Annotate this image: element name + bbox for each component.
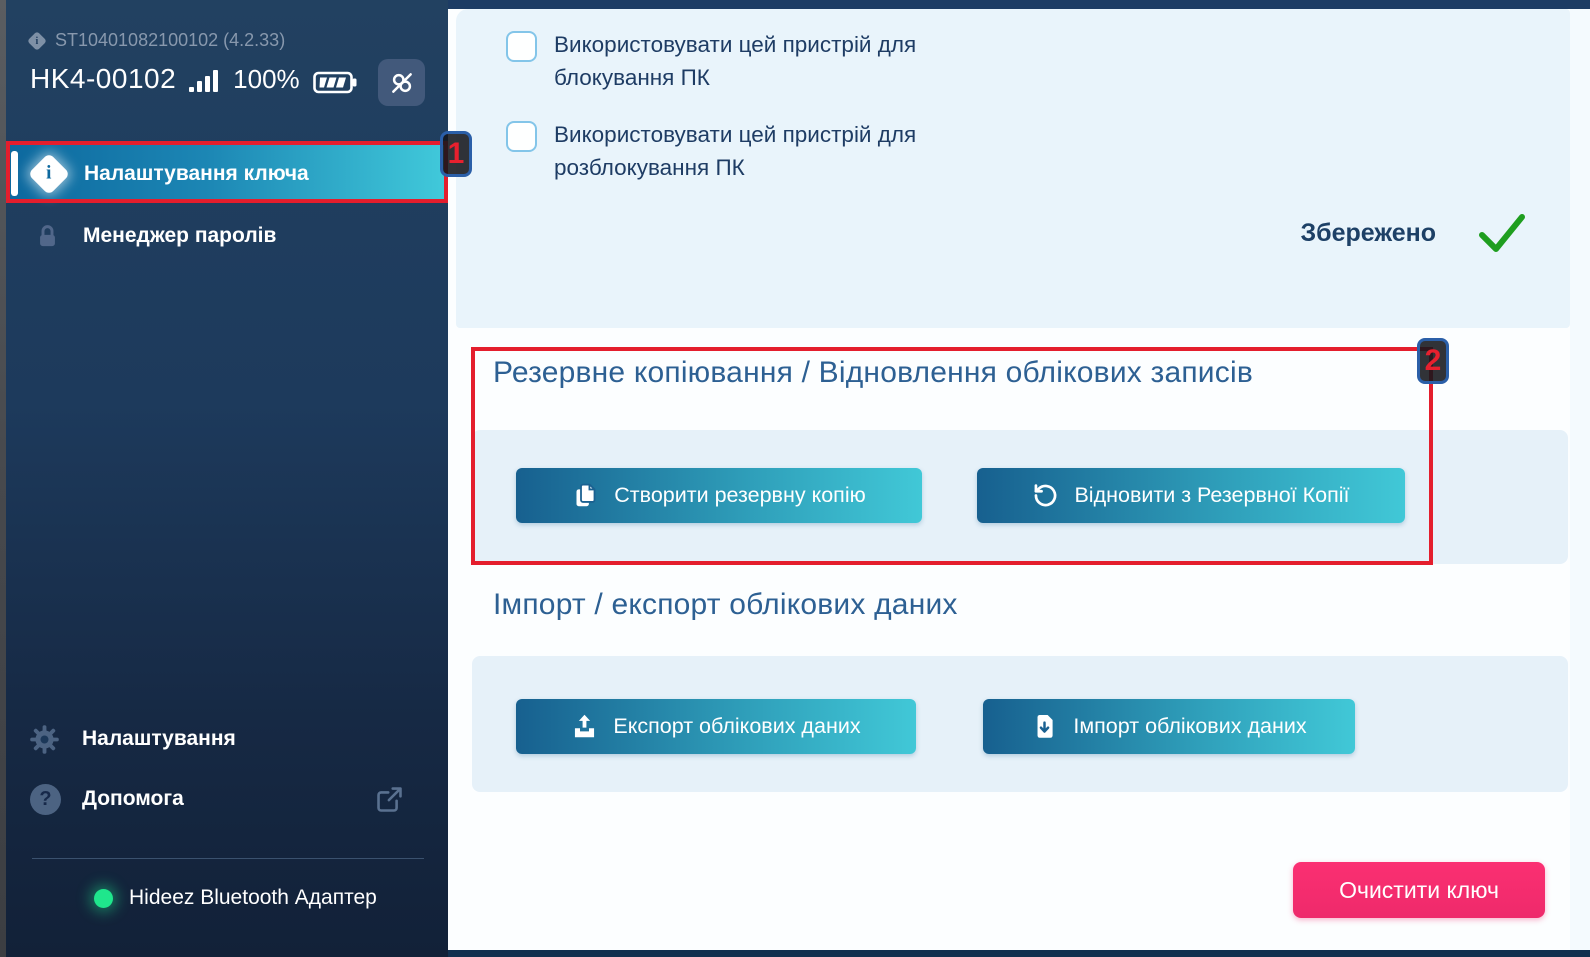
restore-backup-button[interactable]: Відновити з Резервної Копії	[977, 468, 1405, 523]
sidebar-item-label: Налаштування ключа	[84, 162, 309, 186]
export-credentials-label: Експорт облікових даних	[613, 714, 860, 739]
app-window: i ST10401082100102 (4.2.33) HK4-00102 10…	[0, 0, 1590, 957]
status-dot	[94, 889, 113, 908]
disconnect-button[interactable]	[378, 59, 425, 106]
scrollbar-track	[1570, 9, 1590, 950]
external-link-icon[interactable]	[374, 784, 405, 815]
sidebar-item-label: Налаштування	[82, 727, 236, 751]
gear-icon	[28, 723, 61, 756]
device-name: HK4-00102	[30, 63, 176, 95]
window-bottom-edge	[448, 950, 1590, 957]
lock-pc-checkbox[interactable]	[506, 31, 537, 62]
export-icon	[571, 713, 598, 740]
key-diamond-icon: i	[28, 152, 70, 194]
unlink-icon	[389, 70, 415, 96]
battery-icon	[313, 71, 357, 94]
sidebar-item-label: Допомога	[82, 787, 184, 811]
active-indicator	[11, 151, 18, 196]
sidebar-item-password-manager[interactable]: Менеджер паролів	[6, 212, 448, 260]
adapter-status-row: Hideez Bluetooth Адаптер	[94, 886, 377, 910]
import-icon	[1031, 713, 1058, 740]
export-credentials-button[interactable]: Експорт облікових даних	[516, 699, 916, 754]
check-icon	[1476, 211, 1528, 255]
lock-icon	[34, 223, 61, 250]
unlock-pc-checkbox[interactable]	[506, 121, 537, 152]
signal-icon	[189, 70, 220, 95]
copy-icon	[572, 482, 599, 509]
sidebar-divider	[32, 858, 424, 859]
wipe-key-button[interactable]: Очистити ключ	[1293, 862, 1545, 918]
battery-percent: 100%	[233, 64, 300, 95]
window-top-edge	[448, 0, 1590, 9]
sidebar-item-label: Менеджер паролів	[83, 224, 276, 248]
sidebar-item-key-settings[interactable]: i Налаштування ключа	[6, 145, 448, 202]
pc-lock-settings-card: Використовувати цей пристрій для блокува…	[456, 9, 1570, 328]
restore-icon	[1032, 482, 1059, 509]
sidebar: i ST10401082100102 (4.2.33) HK4-00102 10…	[6, 0, 448, 957]
device-name-row: HK4-00102 100%	[30, 63, 357, 95]
unlock-pc-label: Використовувати цей пристрій для розблок…	[554, 118, 964, 184]
backup-section-title: Резервне копіювання / Відновлення обліко…	[493, 356, 1253, 390]
lock-pc-label: Використовувати цей пристрій для блокува…	[554, 28, 964, 94]
main-content: Використовувати цей пристрій для блокува…	[448, 0, 1590, 957]
device-serial-row: i ST10401082100102 (4.2.33)	[30, 30, 285, 51]
lock-pc-option: Використовувати цей пристрій для блокува…	[506, 28, 964, 94]
create-backup-label: Створити резервну копію	[614, 483, 865, 508]
adapter-status-label: Hideez Bluetooth Адаптер	[129, 886, 377, 910]
create-backup-button[interactable]: Створити резервну копію	[516, 468, 922, 523]
import-export-section-title: Імпорт / експорт облікових даних	[493, 588, 958, 622]
backup-card: Створити резервну копію Відновити з Резе…	[472, 430, 1568, 564]
import-export-card: Експорт облікових даних Імпорт облікових…	[472, 656, 1568, 792]
device-serial: ST10401082100102 (4.2.33)	[55, 30, 285, 51]
import-credentials-label: Імпорт облікових даних	[1073, 714, 1306, 739]
saved-status-label: Збережено	[1300, 219, 1436, 248]
import-credentials-button[interactable]: Імпорт облікових даних	[983, 699, 1355, 754]
unlock-pc-option: Використовувати цей пристрій для розблок…	[506, 118, 964, 184]
restore-backup-label: Відновити з Резервної Копії	[1074, 483, 1349, 508]
sidebar-item-settings[interactable]: Налаштування	[6, 716, 448, 762]
question-icon: ?	[30, 784, 61, 815]
device-diamond-icon: i	[27, 31, 47, 51]
